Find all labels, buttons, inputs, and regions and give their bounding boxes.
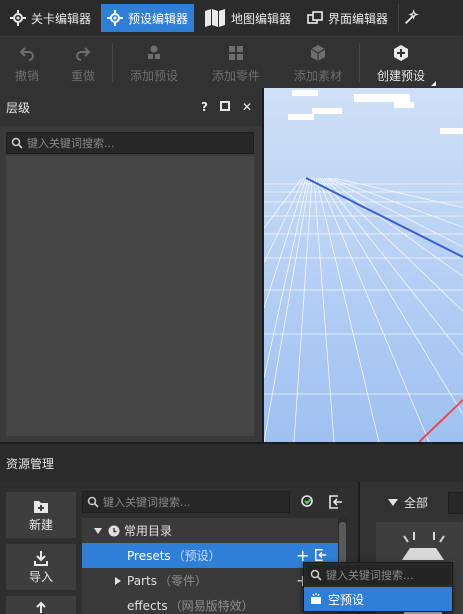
windows-icon [307, 10, 323, 26]
hierarchy-tree[interactable] [6, 156, 254, 436]
add-asset-label: 添加素材 [293, 69, 342, 83]
hierarchy-search-input[interactable]: 键入关键词搜索... [6, 132, 254, 154]
add-preset-icon [145, 42, 163, 64]
filter-icon [388, 499, 398, 506]
search-placeholder: 键入关键词搜索... [326, 569, 414, 582]
import-label: 导入 [28, 570, 53, 584]
item-subtitle: （网易版特效） [169, 599, 254, 613]
filter-all-button[interactable]: 全部 [388, 494, 428, 511]
close-button[interactable]: ✕ [242, 100, 252, 114]
collapse-icon[interactable] [328, 494, 344, 513]
panel-title: 层级 [6, 100, 31, 115]
tab-label: 界面编辑器 [328, 11, 389, 26]
hierarchy-panel: 键入关键词搜索... [0, 126, 262, 442]
tab-label: 关卡编辑器 [31, 11, 92, 26]
resources-search-input[interactable]: 键入关键词搜索... [82, 491, 290, 513]
add-part-icon [227, 42, 245, 64]
import-icon [33, 549, 49, 567]
search-placeholder: 键入关键词搜索... [103, 496, 191, 509]
search-placeholder: 键入关键词搜索... [27, 137, 115, 150]
add-part-button[interactable]: 添加零件 [195, 37, 277, 89]
crosshair-icon [107, 10, 124, 26]
item-subtitle: （预设） [172, 549, 221, 563]
redo-label: 重做 [70, 69, 95, 83]
toolbar: 撤销 重做 添加预设 添加零件 添加素材 创建预设 [0, 36, 463, 88]
tab-ui-editor[interactable]: 界面编辑器 [301, 4, 394, 32]
add-preset-button[interactable]: 添加预设 [113, 37, 195, 89]
editor-tabbar: 关卡编辑器 预设编辑器 地图编辑器 界面编辑器 [0, 0, 463, 36]
cube-icon [309, 42, 327, 64]
create-preset-button[interactable]: 创建预设 [360, 37, 442, 89]
maximize-icon [219, 101, 230, 111]
locate-icon[interactable] [300, 494, 316, 513]
map-icon [204, 9, 226, 27]
empty-preset-menu-item[interactable]: 空预设 [304, 587, 452, 611]
add-part-label: 添加零件 [211, 69, 260, 83]
add-preset-popup: 键入关键词搜索... 空预设 [303, 562, 453, 612]
filter-label: 全部 [404, 496, 429, 510]
magic-wand-icon [403, 9, 419, 26]
upload-icon [34, 600, 48, 613]
tab-label: 预设编辑器 [128, 11, 189, 26]
undo-label: 撤销 [14, 69, 39, 83]
item-name: Parts [127, 573, 157, 588]
tab-more[interactable] [398, 4, 428, 32]
search-icon [87, 496, 99, 508]
section-label: 常用目录 [124, 524, 173, 538]
undo-button[interactable]: 撤销 [0, 37, 54, 89]
tab-preset-editor[interactable]: 预设编辑器 [101, 4, 195, 32]
preset-icon [310, 593, 322, 605]
new-button[interactable]: 新建 [6, 492, 76, 538]
popup-search-input[interactable]: 键入关键词搜索... [306, 565, 451, 585]
tree-section-common[interactable]: 常用目录 [82, 518, 347, 543]
import-button[interactable]: 导入 [6, 544, 76, 590]
redo-icon [75, 42, 91, 64]
tab-map-editor[interactable]: 地图编辑器 [198, 4, 297, 32]
add-asset-button[interactable]: 添加素材 [277, 37, 359, 89]
resources-panel-header: 资源管理 [0, 442, 463, 482]
panel-title: 资源管理 [6, 456, 55, 471]
item-name: Presets [127, 548, 171, 563]
tab-level-editor[interactable]: 关卡编辑器 [4, 4, 97, 32]
search-icon [310, 569, 322, 581]
dropdown-corner-icon [431, 81, 436, 86]
scene-grid [264, 88, 463, 442]
undo-icon [19, 42, 35, 64]
expand-arrow-icon [94, 527, 102, 534]
export-button[interactable] [6, 596, 76, 614]
new-label: 新建 [28, 518, 53, 532]
menu-item-label: 空预设 [328, 592, 365, 607]
add-preset-label: 添加预设 [129, 69, 178, 83]
help-button[interactable]: ? [201, 100, 208, 114]
crosshair-icon [10, 10, 26, 26]
maximize-button[interactable] [219, 100, 230, 114]
item-name: effects [127, 598, 168, 613]
item-subtitle: （零件） [158, 574, 207, 588]
create-preset-icon [392, 42, 410, 64]
create-preset-label: 创建预设 [376, 69, 425, 83]
new-folder-icon [33, 497, 49, 515]
scrollbar-thumb[interactable] [339, 522, 346, 566]
preview-search-input[interactable] [448, 492, 463, 514]
scene-viewport[interactable] [262, 88, 463, 442]
collapsed-arrow-icon [115, 576, 121, 585]
search-icon [11, 137, 23, 149]
clock-icon [108, 525, 120, 537]
tab-label: 地图编辑器 [231, 11, 292, 26]
redo-button[interactable]: 重做 [54, 37, 112, 89]
hierarchy-panel-header: 层级 ? ✕ [0, 88, 262, 126]
